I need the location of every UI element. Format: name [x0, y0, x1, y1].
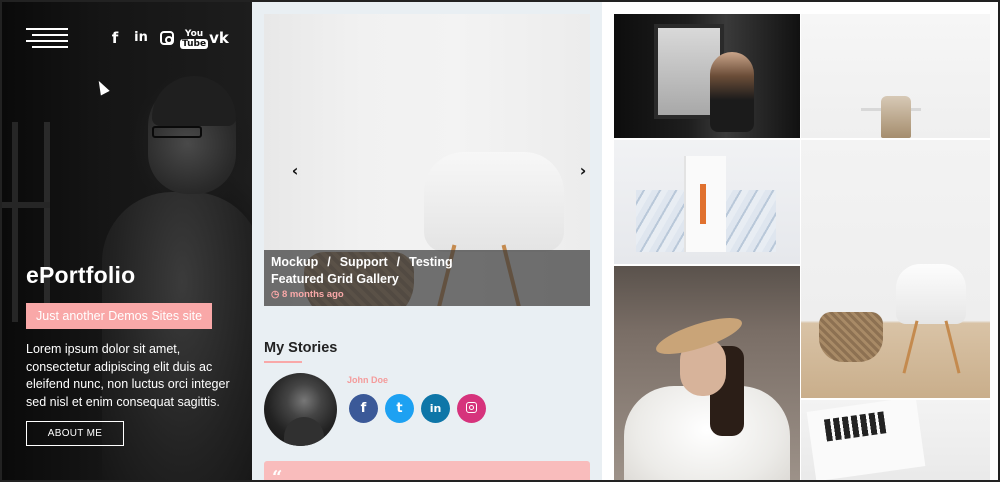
gallery-image-window-woman[interactable] — [614, 14, 800, 138]
quote-icon: “ — [272, 467, 283, 482]
site-title[interactable]: ePortfolio — [26, 262, 135, 289]
about-me-button[interactable]: ABOUT ME — [26, 421, 124, 446]
author-social-links: f t in — [349, 394, 486, 423]
person-shape — [710, 52, 754, 132]
gallery-image-chair-basket[interactable] — [801, 140, 990, 398]
profile-sidebar: f in You Tube vk ePortfolio Just another … — [2, 2, 252, 480]
category-separator: / — [327, 255, 331, 269]
slide-categories: Mockup / Support / Testing — [271, 255, 583, 270]
chair-shape — [896, 264, 966, 324]
vk-icon[interactable]: vk — [206, 28, 232, 48]
linkedin-icon[interactable]: in — [128, 28, 154, 48]
intro-text: Lorem ipsum dolor sit amet, consectetur … — [26, 342, 230, 409]
magazine-shape — [806, 400, 926, 480]
category-link[interactable]: Testing — [409, 255, 453, 270]
featured-slider[interactable]: ‹ › Mockup / Support / Testing Featured … — [264, 14, 590, 306]
basket-shape — [819, 312, 883, 362]
social-links: f in You Tube vk — [102, 28, 232, 49]
facebook-icon[interactable]: f — [349, 394, 378, 423]
gallery-image-book-marble[interactable] — [614, 140, 800, 264]
window-frame-decoration — [2, 122, 50, 322]
chair-shape — [881, 96, 911, 138]
chair-leg — [902, 320, 919, 374]
slider-next-arrow-icon[interactable]: › — [574, 162, 590, 180]
portrait-body — [102, 192, 252, 480]
gallery-image-woman-hat[interactable] — [614, 266, 800, 480]
page-frame: f in You Tube vk ePortfolio Just another … — [0, 0, 1000, 482]
hamburger-menu-icon[interactable] — [26, 28, 68, 50]
category-link[interactable]: Mockup — [271, 255, 318, 270]
gallery-grid — [602, 2, 998, 480]
gallery-image-desk-chair[interactable] — [801, 14, 990, 138]
youtube-icon[interactable]: You Tube — [180, 28, 209, 49]
portrait-glasses — [152, 126, 202, 138]
slide-date: ◷ 8 months ago — [271, 288, 583, 301]
book-shape — [684, 156, 726, 252]
facebook-icon[interactable]: f — [102, 28, 128, 48]
slider-prev-arrow-icon[interactable]: ‹ — [286, 162, 304, 180]
gallery-image-magazine[interactable] — [801, 400, 990, 480]
chair-leg — [944, 320, 961, 374]
category-separator: / — [396, 255, 401, 269]
sweater-shape — [624, 386, 790, 480]
twitter-icon[interactable]: t — [385, 394, 414, 423]
slide-title[interactable]: Featured Grid Gallery — [271, 271, 583, 288]
clock-icon: ◷ — [271, 289, 280, 300]
site-tagline: Just another Demos Sites site — [26, 303, 213, 329]
quote-card: “ — [264, 461, 590, 482]
category-link[interactable]: Support — [340, 255, 388, 270]
linkedin-icon[interactable]: in — [421, 394, 450, 423]
slide-chair-image — [424, 152, 564, 252]
instagram-icon[interactable] — [457, 394, 486, 423]
instagram-icon[interactable] — [154, 28, 180, 48]
author-avatar[interactable] — [264, 373, 337, 446]
author-name[interactable]: John Doe — [347, 375, 388, 385]
slide-date-text: 8 months ago — [281, 289, 344, 300]
stories-heading: My Stories — [264, 340, 338, 356]
slide-caption: Mockup / Support / Testing Featured Grid… — [264, 250, 590, 306]
content-column: ‹ › Mockup / Support / Testing Featured … — [252, 2, 602, 482]
heading-underline — [264, 361, 302, 363]
